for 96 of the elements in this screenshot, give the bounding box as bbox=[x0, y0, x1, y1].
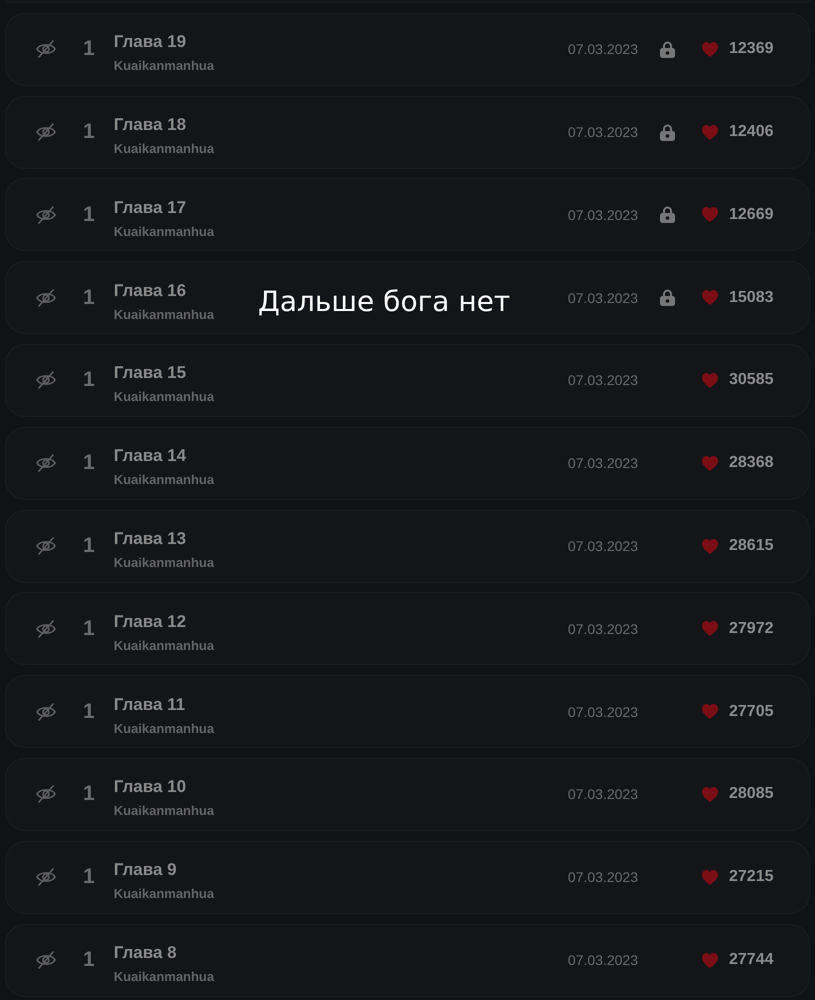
chapter-number: 1 bbox=[83, 700, 95, 724]
chapter-title[interactable]: Глава 15 bbox=[114, 362, 186, 384]
heart-icon[interactable] bbox=[702, 456, 718, 471]
eye-slash-icon[interactable] bbox=[36, 620, 56, 638]
eye-slash-icon[interactable] bbox=[36, 868, 56, 886]
eye-slash-icon[interactable] bbox=[36, 785, 56, 804]
chapter-row[interactable]: 1 Глава 10 Kuaikanmanhua 07.03.2023 28085 bbox=[5, 758, 810, 831]
like-count: 12669 bbox=[729, 204, 774, 225]
like-count: 30585 bbox=[729, 370, 774, 390]
chapter-row[interactable]: 1 Глава 13 Kuaikanmanhua 07.03.2023 28615 bbox=[5, 510, 810, 583]
source-name: Kuaikanmanhua bbox=[114, 803, 214, 820]
chapter-number: 1 bbox=[83, 120, 95, 144]
eye-slash-icon[interactable] bbox=[36, 371, 56, 390]
chapter-number: 1 bbox=[83, 37, 95, 62]
caption-text: Дальше бога нет bbox=[258, 284, 510, 320]
eye-slash-icon[interactable] bbox=[36, 454, 56, 472]
chapter-row[interactable]: 1 Глава 14 Kuaikanmanhua 07.03.2023 28368 bbox=[5, 426, 810, 500]
eye-slash-icon[interactable] bbox=[36, 537, 56, 556]
chapter-row[interactable]: 1 Глава 11 Kuaikanmanhua 07.03.2023 27705 bbox=[5, 675, 810, 748]
source-name: Kuaikanmanhua bbox=[114, 389, 214, 406]
chapter-number: 1 bbox=[83, 451, 95, 476]
heart-icon[interactable] bbox=[702, 952, 718, 968]
chapter-row[interactable]: 1 Глава 17 Kuaikanmanhua 07.03.2023 12669 bbox=[5, 178, 810, 252]
like-count: 12406 bbox=[729, 122, 774, 142]
chapter-date: 07.03.2023 bbox=[568, 620, 638, 638]
chapter-number: 1 bbox=[83, 948, 95, 972]
heart-icon[interactable] bbox=[702, 538, 718, 554]
source-name: Kuaikanmanhua bbox=[114, 306, 214, 323]
chapter-date: 07.03.2023 bbox=[568, 371, 638, 390]
like-count: 27215 bbox=[729, 867, 774, 888]
source-name: Kuaikanmanhua bbox=[114, 720, 214, 737]
chapter-row[interactable]: 1 Глава 12 Kuaikanmanhua 07.03.2023 27972 bbox=[5, 592, 810, 666]
chapter-title[interactable]: Глава 14 bbox=[114, 445, 186, 468]
source-name: Kuaikanmanhua bbox=[114, 224, 214, 240]
like-count: 28615 bbox=[729, 536, 774, 556]
chapter-row[interactable]: 1 Глава 15 Kuaikanmanhua 07.03.2023 30585 bbox=[5, 344, 810, 417]
like-count: 28368 bbox=[729, 453, 774, 474]
like-count: 12369 bbox=[729, 39, 774, 60]
chapter-date: 07.03.2023 bbox=[568, 537, 638, 556]
heart-icon[interactable] bbox=[702, 42, 718, 57]
chapter-title[interactable]: Глава 11 bbox=[114, 694, 186, 716]
chapter-row[interactable]: 1 Глава 19 Kuaikanmanhua 07.03.2023 12369 bbox=[5, 12, 810, 86]
source-name: Kuaikanmanhua bbox=[114, 555, 214, 572]
chapter-title[interactable]: Глава 17 bbox=[114, 196, 186, 219]
chapter-date: 07.03.2023 bbox=[568, 702, 638, 721]
like-count: 28085 bbox=[729, 784, 774, 804]
source-name: Kuaikanmanhua bbox=[114, 969, 214, 986]
like-count: 27705 bbox=[729, 702, 774, 722]
chapter-title[interactable]: Глава 19 bbox=[114, 31, 186, 54]
chapter-date: 07.03.2023 bbox=[568, 868, 638, 886]
chapter-number: 1 bbox=[83, 286, 95, 310]
chapter-title[interactable]: Глава 18 bbox=[114, 114, 186, 136]
heart-icon[interactable] bbox=[702, 870, 718, 885]
chapter-title[interactable]: Глава 13 bbox=[114, 528, 186, 550]
chapter-number: 1 bbox=[83, 202, 95, 227]
chapter-date: 07.03.2023 bbox=[568, 454, 638, 472]
eye-slash-icon[interactable] bbox=[36, 951, 56, 970]
like-count: 27972 bbox=[729, 618, 774, 639]
source-name: Kuaikanmanhua bbox=[114, 886, 214, 902]
heart-icon[interactable] bbox=[702, 704, 718, 720]
chapter-date: 07.03.2023 bbox=[568, 123, 638, 142]
chapter-number: 1 bbox=[83, 865, 95, 890]
chapter-title[interactable]: Глава 9 bbox=[114, 859, 177, 882]
heart-icon[interactable] bbox=[702, 290, 718, 306]
source-name: Kuaikanmanhua bbox=[114, 638, 214, 654]
eye-slash-icon[interactable] bbox=[36, 206, 56, 224]
eye-slash-icon[interactable] bbox=[36, 702, 56, 721]
chapter-row[interactable]: 1 Глава 8 Kuaikanmanhua 07.03.2023 27744 bbox=[5, 924, 810, 997]
chapter-title[interactable]: Глава 8 bbox=[114, 942, 177, 964]
chapter-date: 07.03.2023 bbox=[568, 206, 638, 224]
like-count: 27744 bbox=[729, 950, 774, 970]
source-name: Kuaikanmanhua bbox=[114, 58, 214, 74]
chapter-title[interactable]: Глава 12 bbox=[114, 610, 186, 633]
heart-icon[interactable] bbox=[702, 207, 718, 222]
heart-icon[interactable] bbox=[702, 372, 718, 388]
eye-slash-icon[interactable] bbox=[36, 123, 56, 142]
chapter-number: 1 bbox=[83, 368, 95, 392]
chapter-number: 1 bbox=[83, 534, 95, 558]
chapter-date: 07.03.2023 bbox=[568, 40, 638, 58]
heart-icon[interactable] bbox=[702, 786, 718, 802]
like-count: 15083 bbox=[729, 288, 774, 308]
chapter-number: 1 bbox=[83, 782, 95, 806]
heart-icon[interactable] bbox=[702, 621, 718, 636]
chapter-date: 07.03.2023 bbox=[568, 785, 638, 804]
chapter-date: 07.03.2023 bbox=[568, 951, 638, 970]
source-name: Kuaikanmanhua bbox=[114, 472, 214, 488]
chapter-date: 07.03.2023 bbox=[568, 288, 638, 307]
chapter-title[interactable]: Глава 16 bbox=[114, 280, 186, 302]
heart-icon[interactable] bbox=[702, 124, 718, 140]
chapter-title[interactable]: Глава 10 bbox=[114, 776, 186, 798]
source-name: Kuaikanmanhua bbox=[114, 141, 214, 158]
eye-slash-icon[interactable] bbox=[36, 40, 56, 58]
chapter-number: 1 bbox=[83, 616, 95, 641]
chapter-row[interactable]: 1 Глава 18 Kuaikanmanhua 07.03.2023 12406 bbox=[5, 96, 810, 169]
eye-slash-icon[interactable] bbox=[36, 288, 56, 307]
chapter-row[interactable]: 1 Глава 9 Kuaikanmanhua 07.03.2023 27215 bbox=[5, 840, 810, 914]
